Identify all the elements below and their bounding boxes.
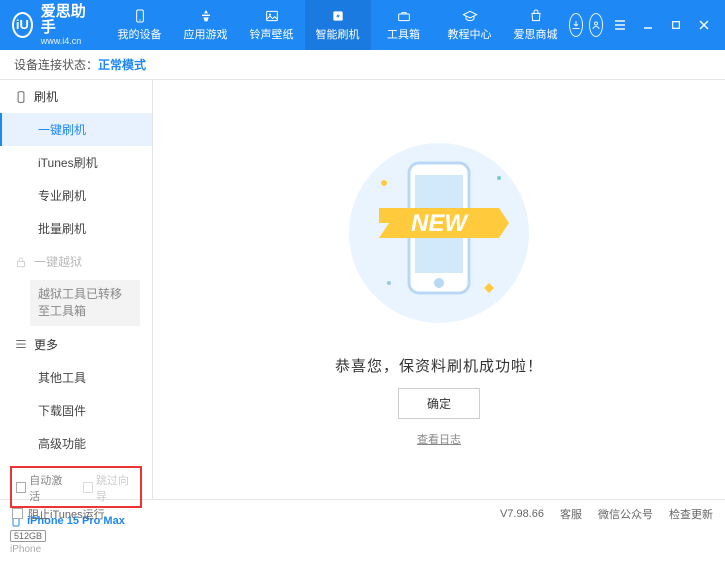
app-name: 爱思助手 — [41, 4, 87, 37]
status-mode: 正常模式 — [98, 56, 146, 73]
success-message: 恭喜您，保资料刷机成功啦！ — [335, 355, 543, 376]
device-storage-badge: 512GB — [10, 530, 46, 542]
flash-icon — [330, 8, 346, 24]
checkbox-auto-activate[interactable] — [16, 482, 26, 493]
skip-guide-label: 跳过向导 — [96, 472, 136, 504]
ok-button[interactable]: 确定 — [398, 388, 480, 419]
top-nav: 我的设备 应用游戏 铃声壁纸 智能刷机 工具箱 教程中心 爱思商城 — [107, 0, 569, 50]
sidebar-item-one-click-flash[interactable]: 一键刷机 — [0, 113, 152, 146]
logo-icon: iU — [12, 12, 33, 38]
highlight-box: 自动激活 跳过向导 — [10, 466, 142, 508]
sidebar-section-more[interactable]: 更多 — [0, 328, 152, 361]
status-prefix: 设备连接状态： — [14, 56, 98, 73]
sidebar-item-itunes-flash[interactable]: iTunes刷机 — [0, 146, 152, 179]
svg-text:NEW: NEW — [411, 210, 469, 237]
download-button[interactable] — [569, 13, 583, 37]
view-log-link[interactable]: 查看日志 — [417, 431, 461, 447]
version-label: V7.98.66 — [500, 508, 544, 520]
nav-shop[interactable]: 爱思商城 — [503, 0, 569, 50]
nav-tutorials[interactable]: 教程中心 — [437, 0, 503, 50]
nav-smart-flash[interactable]: 智能刷机 — [305, 0, 371, 50]
success-illustration: NEW — [339, 133, 539, 343]
sidebar-jailbreak-note: 越狱工具已转移至工具箱 — [30, 280, 140, 326]
checkbox-skip-guide[interactable] — [83, 482, 93, 493]
sidebar-section-flash[interactable]: 刷机 — [0, 80, 152, 113]
window-controls — [611, 16, 713, 34]
app-url: www.i4.cn — [41, 37, 87, 47]
footer-wechat[interactable]: 微信公众号 — [598, 506, 653, 522]
minimize-icon — [642, 19, 654, 31]
maximize-icon — [671, 20, 681, 30]
nav-label: 爱思商城 — [514, 26, 558, 42]
main-content: NEW 恭喜您，保资料刷机成功啦！ 确定 查看日志 — [153, 80, 725, 499]
section-label: 更多 — [34, 336, 58, 353]
sidebar-item-download-firmware[interactable]: 下载固件 — [0, 394, 152, 427]
nav-apps-games[interactable]: 应用游戏 — [173, 0, 239, 50]
sidebar-item-advanced[interactable]: 高级功能 — [0, 427, 152, 460]
nav-label: 我的设备 — [118, 26, 162, 42]
section-label: 一键越狱 — [34, 253, 82, 270]
checkbox-block-itunes[interactable] — [12, 508, 23, 519]
nav-label: 铃声壁纸 — [250, 26, 294, 42]
menu-button[interactable] — [611, 16, 629, 34]
nav-label: 工具箱 — [387, 26, 420, 42]
minimize-button[interactable] — [639, 16, 657, 34]
sidebar-item-pro-flash[interactable]: 专业刷机 — [0, 179, 152, 212]
footer-check-update[interactable]: 检查更新 — [669, 506, 713, 522]
close-button[interactable] — [695, 16, 713, 34]
toolbox-icon — [396, 8, 412, 24]
nav-toolbox[interactable]: 工具箱 — [371, 0, 437, 50]
image-icon — [264, 8, 280, 24]
sidebar-item-other-tools[interactable]: 其他工具 — [0, 361, 152, 394]
nav-label: 教程中心 — [448, 26, 492, 42]
block-itunes-label: 阻止iTunes运行 — [28, 506, 105, 522]
device-type: iPhone — [10, 544, 142, 555]
sidebar: 刷机 一键刷机 iTunes刷机 专业刷机 批量刷机 一键越狱 越狱工具已转移至… — [0, 80, 153, 499]
section-label: 刷机 — [34, 88, 58, 105]
nav-my-device[interactable]: 我的设备 — [107, 0, 173, 50]
close-icon — [698, 19, 710, 31]
nav-ringtone-wallpaper[interactable]: 铃声壁纸 — [239, 0, 305, 50]
menu-icon — [614, 19, 626, 31]
sidebar-section-jailbreak: 一键越狱 — [0, 245, 152, 278]
auto-activate-label: 自动激活 — [29, 472, 69, 504]
maximize-button[interactable] — [667, 16, 685, 34]
titlebar: iU 爱思助手 www.i4.cn 我的设备 应用游戏 铃声壁纸 智能刷机 工具… — [0, 0, 725, 50]
nav-label: 应用游戏 — [184, 26, 228, 42]
download-icon — [570, 19, 582, 31]
sidebar-item-batch-flash[interactable]: 批量刷机 — [0, 212, 152, 245]
footer-service[interactable]: 客服 — [560, 506, 582, 522]
graduation-icon — [462, 8, 478, 24]
list-icon — [14, 337, 28, 351]
lock-icon — [14, 255, 28, 269]
user-icon — [590, 19, 602, 31]
user-button[interactable] — [589, 13, 603, 37]
phone-icon — [14, 90, 28, 104]
apps-icon — [198, 8, 214, 24]
phone-icon — [132, 8, 148, 24]
app-logo: iU 爱思助手 www.i4.cn — [12, 4, 87, 47]
nav-label: 智能刷机 — [316, 26, 360, 42]
shop-icon — [528, 8, 544, 24]
connection-status-bar: 设备连接状态： 正常模式 — [0, 50, 725, 80]
